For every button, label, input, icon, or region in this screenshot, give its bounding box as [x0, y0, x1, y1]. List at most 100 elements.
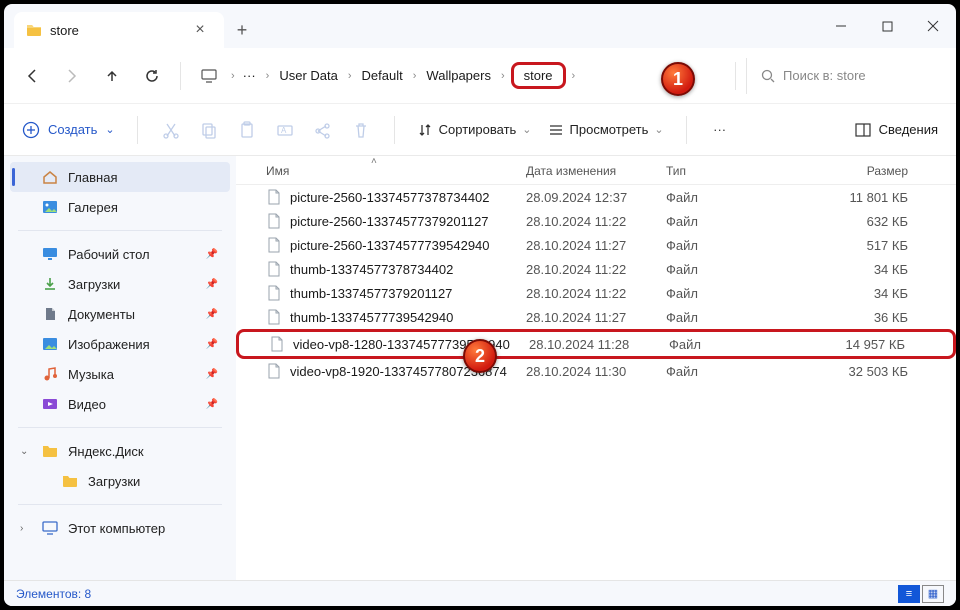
- column-headers[interactable]: ˄Имя Дата изменения Тип Размер: [236, 156, 956, 185]
- folder-icon: [42, 443, 58, 459]
- explorer-window: store × + › ··· › User Data › Default › …: [4, 4, 956, 606]
- view-button[interactable]: Просмотреть⌄: [548, 122, 664, 138]
- file-date: 28.10.2024 11:27: [526, 310, 666, 325]
- create-button[interactable]: Создать ⌄: [22, 121, 115, 139]
- file-name: thumb-13374577379201127: [290, 286, 452, 301]
- view-details-icon[interactable]: ≡: [898, 585, 920, 603]
- share-button[interactable]: [312, 119, 334, 141]
- plus-circle-icon: [22, 121, 40, 139]
- window-controls: [818, 8, 956, 44]
- search-placeholder: Поиск в: store: [783, 68, 866, 83]
- sidebar-item-downloads[interactable]: Загрузки📌: [4, 269, 236, 299]
- file-type: Файл: [669, 337, 789, 352]
- table-row[interactable]: picture-2560-1337457737873440228.09.2024…: [236, 185, 956, 209]
- new-tab-button[interactable]: +: [224, 12, 260, 48]
- sidebar-item-videos[interactable]: Видео📌: [4, 389, 236, 419]
- breadcrumb-current[interactable]: store: [511, 62, 566, 89]
- close-window-button[interactable]: [910, 8, 956, 44]
- file-name: picture-2560-13374577379201127: [290, 214, 489, 229]
- folder-icon: [26, 22, 42, 38]
- sidebar-item-thispc[interactable]: › Этот компьютер: [4, 513, 236, 543]
- maximize-button[interactable]: [864, 8, 910, 44]
- file-size: 11 801 КБ: [786, 190, 946, 205]
- table-row[interactable]: picture-2560-13374577379201127 28.10.2024…: [236, 209, 956, 233]
- table-row[interactable]: picture-2560-1337457773954294028.10.2024…: [236, 233, 956, 257]
- search-icon: [761, 69, 775, 83]
- file-type: Файл: [666, 238, 786, 253]
- table-row[interactable]: thumb-13374577739542940 28.10.2024 11:27Ф…: [236, 305, 956, 329]
- breadcrumb-item[interactable]: Default: [358, 65, 407, 86]
- sidebar-item-desktop[interactable]: Рабочий стол📌: [4, 239, 236, 269]
- video-icon: [42, 396, 58, 412]
- table-row[interactable]: video-vp8-1280-1337457773954294028.10.20…: [236, 329, 956, 359]
- details-icon: [855, 122, 871, 138]
- file-date: 28.10.2024 11:30: [526, 364, 666, 379]
- sort-button[interactable]: Сортировать⌄: [417, 122, 532, 138]
- view-icon: [548, 122, 564, 138]
- pc-icon: [42, 520, 58, 536]
- file-size: 632 КБ: [786, 214, 946, 229]
- sidebar-item-yadisk-downloads[interactable]: Загрузки: [4, 466, 236, 496]
- breadcrumb[interactable]: ··· › User Data › Default › Wallpapers ›…: [239, 62, 725, 89]
- cut-button[interactable]: [160, 119, 182, 141]
- gallery-icon: [42, 199, 58, 215]
- sidebar-item-pictures[interactable]: Изображения📌: [4, 329, 236, 359]
- breadcrumb-overflow[interactable]: ···: [239, 65, 260, 86]
- status-bar: Элементов: 8 ≡ ▦: [4, 580, 956, 606]
- table-row[interactable]: video-vp8-1920-1337457780723687428.10.20…: [236, 359, 956, 383]
- file-size: 34 КБ: [786, 262, 946, 277]
- thispc-icon[interactable]: [191, 58, 227, 94]
- file-name: thumb-13374577739542940: [290, 310, 453, 325]
- item-count: Элементов: 8: [16, 587, 91, 601]
- file-size: 36 КБ: [786, 310, 946, 325]
- chevron-icon: ›: [231, 70, 235, 82]
- home-icon: [42, 169, 58, 185]
- callout-2: 2: [463, 339, 497, 373]
- rename-button[interactable]: A: [274, 119, 296, 141]
- up-button[interactable]: [94, 58, 130, 94]
- minimize-button[interactable]: [818, 8, 864, 44]
- sidebar-item-yadisk[interactable]: ⌄ Яндекс.Диск: [4, 436, 236, 466]
- delete-button[interactable]: [350, 119, 372, 141]
- file-date: 28.10.2024 11:22: [526, 262, 666, 277]
- address-bar: › ··· › User Data › Default › Wallpapers…: [4, 48, 956, 104]
- breadcrumb-item[interactable]: User Data: [275, 65, 342, 86]
- copy-button[interactable]: [198, 119, 220, 141]
- toolbar: Создать ⌄ A Сортировать⌄ Просмотреть⌄ ··…: [4, 104, 956, 156]
- forward-button[interactable]: [54, 58, 90, 94]
- table-row[interactable]: thumb-13374577378734402 28.10.2024 11:22Ф…: [236, 257, 956, 281]
- file-date: 28.10.2024 11:22: [526, 214, 666, 229]
- file-type: Файл: [666, 190, 786, 205]
- titlebar: store × +: [4, 4, 956, 48]
- pictures-icon: [42, 336, 58, 352]
- file-name: thumb-13374577378734402: [290, 262, 453, 277]
- close-tab-button[interactable]: ×: [188, 21, 212, 39]
- more-button[interactable]: ···: [709, 119, 731, 141]
- refresh-button[interactable]: [134, 58, 170, 94]
- sidebar-item-home[interactable]: Главная: [10, 162, 230, 192]
- file-type: Файл: [666, 286, 786, 301]
- create-label: Создать: [48, 122, 97, 137]
- file-type: Файл: [666, 310, 786, 325]
- documents-icon: [42, 306, 58, 322]
- sidebar-item-gallery[interactable]: Галерея: [4, 192, 236, 222]
- window-tab[interactable]: store ×: [14, 12, 224, 48]
- details-pane-button[interactable]: Сведения: [855, 122, 938, 138]
- svg-text:A: A: [281, 126, 287, 135]
- sidebar-item-music[interactable]: Музыка📌: [4, 359, 236, 389]
- paste-button[interactable]: [236, 119, 258, 141]
- breadcrumb-item[interactable]: Wallpapers: [422, 65, 495, 86]
- view-grid-icon[interactable]: ▦: [922, 585, 944, 603]
- file-type: Файл: [666, 262, 786, 277]
- back-button[interactable]: [14, 58, 50, 94]
- search-box[interactable]: Поиск в: store: [746, 58, 946, 94]
- pin-icon: 📌: [206, 249, 218, 260]
- file-type: Файл: [666, 214, 786, 229]
- music-icon: [42, 366, 58, 382]
- chevron-down-icon: ⌄: [20, 446, 28, 457]
- desktop-icon: [42, 246, 58, 262]
- view-mode-switch[interactable]: ≡ ▦: [898, 585, 944, 603]
- sidebar-item-documents[interactable]: Документы📌: [4, 299, 236, 329]
- file-size: 34 КБ: [786, 286, 946, 301]
- table-row[interactable]: thumb-1337457737920112728.10.2024 11:22Ф…: [236, 281, 956, 305]
